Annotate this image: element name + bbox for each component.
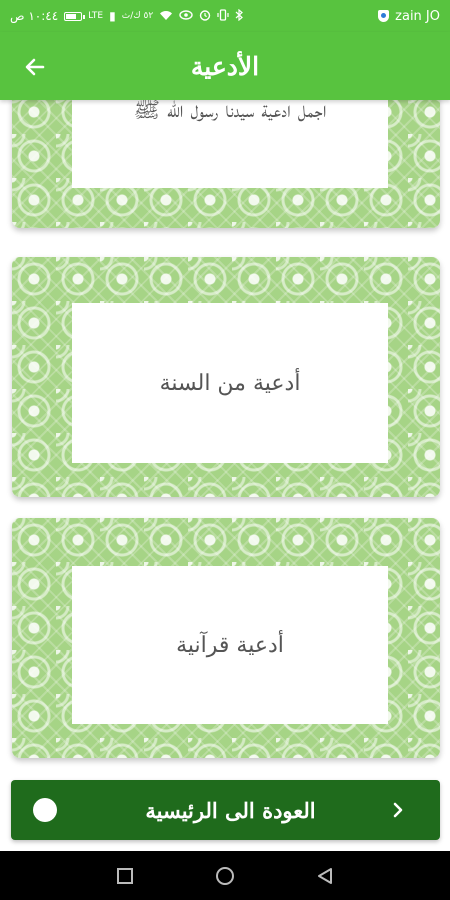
triangle-back-icon bbox=[318, 868, 332, 884]
recents-button[interactable] bbox=[112, 863, 138, 889]
carrier-name: zain JO bbox=[395, 8, 440, 24]
circle-icon bbox=[33, 798, 57, 822]
network-speed: ٥٢ ك/ث bbox=[121, 11, 154, 21]
status-right: zain JO bbox=[378, 9, 440, 24]
status-bar: ١٠:٤٤ ص LTE ▮ ٥٢ ك/ث zain JO bbox=[0, 0, 450, 32]
eye-icon bbox=[179, 10, 193, 22]
back-to-home-button[interactable]: العودة الى الرئيسية bbox=[11, 780, 440, 840]
security-shield-icon bbox=[378, 10, 390, 22]
system-nav-bar bbox=[0, 851, 450, 900]
vibrate-icon bbox=[217, 9, 229, 23]
card-label: أدعية من السنة bbox=[72, 303, 388, 463]
supplication-list: اجمل ادعية سيدنا رسول الله ﷺ أدعية من ال… bbox=[0, 100, 450, 768]
status-left: ١٠:٤٤ ص LTE ▮ ٥٢ ك/ث bbox=[10, 8, 244, 23]
app-bar: الأدعية bbox=[0, 32, 450, 100]
page-title: الأدعية bbox=[190, 51, 260, 81]
card-quran-supplications[interactable]: أدعية قرآنية bbox=[12, 518, 440, 758]
home-nav-button[interactable] bbox=[212, 863, 238, 889]
alarm-icon bbox=[199, 9, 211, 23]
home-button-label: العودة الى الرئيسية bbox=[145, 797, 316, 823]
chevron-right-icon bbox=[386, 798, 410, 822]
circle-nav-icon bbox=[216, 867, 234, 885]
card-sunnah-supplications[interactable]: أدعية من السنة bbox=[12, 257, 440, 497]
wifi-icon bbox=[159, 10, 173, 23]
card-label: اجمل ادعية سيدنا رسول الله ﷺ bbox=[72, 100, 388, 188]
signal-icon: ▮ bbox=[109, 9, 116, 23]
square-icon bbox=[117, 868, 133, 884]
network-type: LTE bbox=[88, 11, 104, 21]
clock: ١٠:٤٤ ص bbox=[10, 9, 59, 23]
battery-icon bbox=[64, 11, 86, 21]
card-label: أدعية قرآنية bbox=[72, 566, 388, 724]
card-prophet-supplications[interactable]: اجمل ادعية سيدنا رسول الله ﷺ bbox=[12, 100, 440, 228]
bluetooth-icon bbox=[235, 8, 244, 23]
back-nav-button[interactable] bbox=[312, 863, 338, 889]
